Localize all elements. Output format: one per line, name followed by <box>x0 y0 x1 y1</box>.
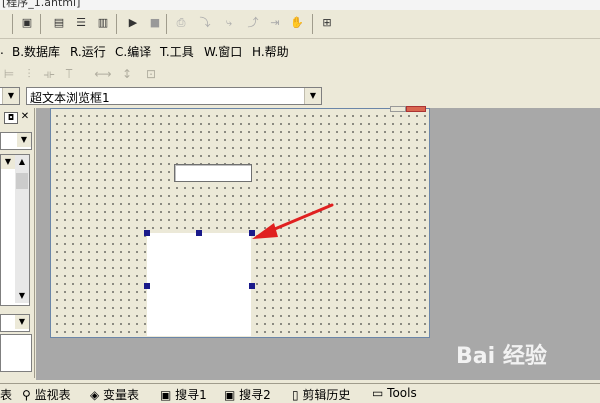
hypertext-browser-control[interactable] <box>147 233 251 336</box>
panel-combo-lower[interactable]: ▼ <box>0 314 30 332</box>
event-combo[interactable]: ▼ <box>0 87 20 105</box>
object-combo-value: 超文本浏览框1 <box>30 91 110 105</box>
scrollbar[interactable]: ▲ ▼ <box>15 155 29 303</box>
menu-item-run[interactable]: R.运行 <box>70 43 106 60</box>
layout-hsplit-icon[interactable]: ☰ <box>72 14 90 32</box>
same-width-icon[interactable]: ⟷ <box>94 65 112 83</box>
restore-icon[interactable]: ◘ <box>4 112 18 124</box>
property-description <box>0 334 32 372</box>
title-bar: [程序_1.ahtml] <box>0 0 600 10</box>
menu-item-window[interactable]: W.窗口 <box>204 43 242 60</box>
tab-clip-history[interactable]: ▯ 剪辑历史 <box>292 386 350 403</box>
tab-search1[interactable]: ▣ 搜寻1 <box>160 386 207 403</box>
toolbar-separator <box>116 14 117 34</box>
stop-icon[interactable]: ■ <box>146 14 164 32</box>
step-out-icon[interactable]: ⤴ <box>244 14 262 32</box>
tab-tools-label: Tools <box>387 386 417 400</box>
chevron-down-icon[interactable]: ▼ <box>17 133 31 147</box>
panel-combo[interactable]: ▼ <box>0 132 32 150</box>
resize-handle[interactable] <box>144 230 150 236</box>
object-selector-row: ▼ 超文本浏览框1 ▼ <box>0 86 600 108</box>
chevron-down-icon[interactable]: ▼ <box>1 155 15 169</box>
layout-vsplit-icon[interactable]: ▥ <box>94 14 112 32</box>
space-vertical-icon[interactable]: ⟙ <box>60 65 78 83</box>
chevron-down-icon[interactable]: ▼ <box>304 88 321 104</box>
tab-partial[interactable]: 表 <box>0 386 12 403</box>
menu-item-tools[interactable]: T.工具 <box>160 43 194 60</box>
find-icon[interactable]: ▣ <box>18 14 36 32</box>
menu-item-database[interactable]: B.数据库 <box>12 43 60 60</box>
step-over-icon[interactable]: ⤷ <box>220 14 238 32</box>
toolbar-separator <box>12 14 13 34</box>
scroll-up-icon[interactable]: ▲ <box>15 155 29 169</box>
watermark-logo: Bai 经验 <box>456 344 547 369</box>
property-list[interactable]: ▼ ▲ ▼ <box>0 154 30 306</box>
run-icon[interactable]: ▶ <box>124 14 142 32</box>
tab-tools[interactable]: ▭ Tools <box>372 386 417 400</box>
menu-item-help[interactable]: H.帮助 <box>252 43 289 60</box>
bottom-tab-bar: 表 ⚲ 监视表 ◈ 变量表 ▣ 搜寻1 ▣ 搜寻2 ▯ 剪辑历史 ▭ Tools <box>0 383 600 403</box>
debug-step-icon[interactable]: ⎙ <box>172 14 190 32</box>
align-toolbar: ⊨ ⫶ ⟛ ⟙ ⟷ ↕ ⊡ <box>0 63 600 85</box>
same-size-icon[interactable]: ⊡ <box>142 65 160 83</box>
window-title: [程序_1.ahtml] <box>2 0 81 9</box>
align-center-icon[interactable]: ⫶ <box>20 65 38 83</box>
toolbar-separator <box>40 14 41 34</box>
same-height-icon[interactable]: ↕ <box>118 65 136 83</box>
properties-panel: ◘ ✕ ▼ ▼ ▲ ▼ ▼ <box>0 108 35 378</box>
hand-icon[interactable]: ✋ <box>288 14 306 32</box>
menu-bar: . B.数据库 R.运行 C.编译 T.工具 W.窗口 H.帮助 <box>0 39 600 63</box>
tab-search2[interactable]: ▣ 搜寻2 <box>224 386 271 403</box>
align-left-icon[interactable]: ⊨ <box>0 65 18 83</box>
run-to-cursor-icon[interactable]: ⇥ <box>266 14 284 32</box>
resize-handle[interactable] <box>196 230 202 236</box>
edit-box-control[interactable] <box>174 164 252 182</box>
chevron-down-icon[interactable]: ▼ <box>2 88 19 104</box>
menu-item-partial[interactable]: . <box>0 43 4 57</box>
tab-watch[interactable]: ⚲ 监视表 <box>22 386 71 403</box>
object-combo[interactable]: 超文本浏览框1 ▼ <box>26 87 322 105</box>
annotation-arrow <box>252 203 334 239</box>
resize-handle[interactable] <box>249 283 255 289</box>
menu-item-compile[interactable]: C.编译 <box>115 43 151 60</box>
scroll-thumb[interactable] <box>16 173 28 189</box>
scroll-down-icon[interactable]: ▼ <box>15 289 29 303</box>
close-icon[interactable]: ✕ <box>19 112 31 122</box>
main-toolbar: ▣ ▤ ☰ ▥ ▶ ■ ⎙ ⤵ ⤷ ⤴ ⇥ ✋ ⊞ <box>0 10 600 39</box>
space-horizontal-icon[interactable]: ⟛ <box>40 65 58 83</box>
step-into-icon[interactable]: ⤵ <box>196 14 214 32</box>
layout-window-icon[interactable]: ▤ <box>50 14 68 32</box>
resize-handle[interactable] <box>144 283 150 289</box>
toolbar-separator <box>312 14 313 34</box>
chevron-down-icon[interactable]: ▼ <box>15 315 29 329</box>
binoculars-icon[interactable]: ⊞ <box>318 14 336 32</box>
toolbar-separator <box>166 14 167 34</box>
tab-variables[interactable]: ◈ 变量表 <box>90 386 139 403</box>
